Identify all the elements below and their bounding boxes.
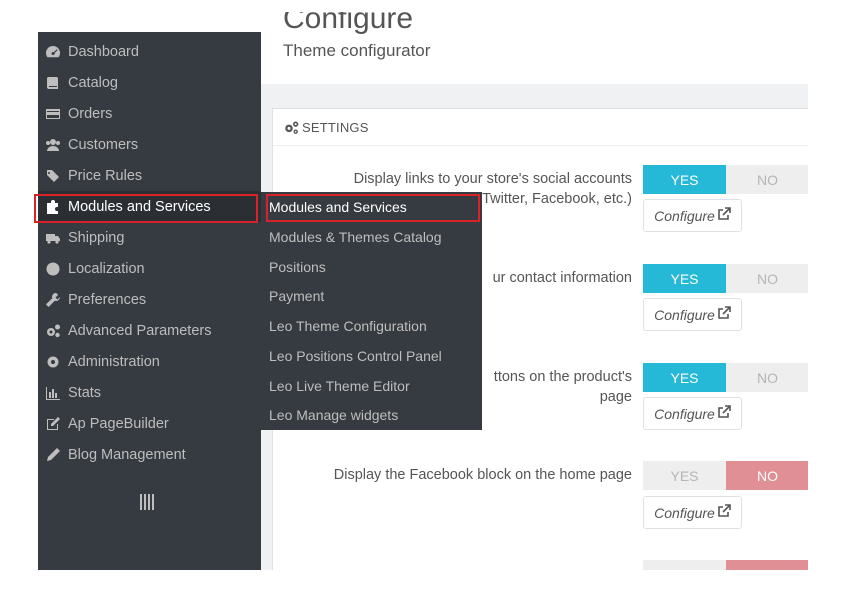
submenu-item-payment[interactable]: Payment	[269, 282, 324, 310]
sidebar-item-label: Advanced Parameters	[68, 322, 212, 339]
sidebar-item-label: Administration	[68, 353, 160, 370]
sidebar-item-advanced-parameters[interactable]: Advanced Parameters	[38, 315, 261, 346]
users-icon	[38, 137, 68, 153]
toggle-yes[interactable]: YES	[643, 461, 726, 490]
toggle-social: YES NO	[643, 165, 808, 194]
sidebar-item-label: Preferences	[68, 291, 147, 308]
submenu-item-leo-positions-control-panel[interactable]: Leo Positions Control Panel	[269, 342, 442, 370]
sidebar-item-preferences[interactable]: Preferences	[38, 284, 261, 315]
sidebar-item-stats[interactable]: Stats	[38, 377, 261, 408]
sidebar-item-label: Orders	[68, 105, 113, 122]
setting-label-product-buttons: ttons on the product's page	[493, 369, 632, 405]
sidebar-item-modules-and-services[interactable]: Modules and Services	[38, 191, 261, 222]
sidebar-item-administration[interactable]: Administration	[38, 346, 261, 377]
sidebar-item-blog-management[interactable]: Blog Management	[38, 439, 261, 470]
globe-icon	[38, 261, 68, 277]
submenu-item-leo-manage-widgets[interactable]: Leo Manage widgets	[269, 401, 398, 429]
sidebar-item-label: Price Rules	[68, 167, 143, 184]
page-subtitle: Theme configurator	[283, 41, 431, 60]
toggle-no[interactable]	[726, 560, 808, 570]
sidebar-item-label: Localization	[68, 260, 145, 277]
external-link-icon	[718, 404, 731, 418]
submenu-item-modules-themes-catalog[interactable]: Modules & Themes Catalog	[269, 223, 442, 251]
sidebar-collapse-button[interactable]	[140, 494, 154, 512]
toggle-contact: YES NO	[643, 264, 808, 293]
sidebar-item-catalog[interactable]: Catalog	[38, 67, 261, 98]
external-link-icon	[718, 503, 731, 517]
wrench-icon	[38, 292, 68, 308]
sidebar: Dashboard Catalog Orders Customers Price…	[38, 32, 261, 570]
truck-icon	[38, 230, 68, 246]
sidebar-item-label: Modules and Services	[68, 198, 211, 215]
toggle-no[interactable]: NO	[726, 165, 808, 194]
sidebar-item-price-rules[interactable]: Price Rules	[38, 160, 261, 191]
submenu-item-positions[interactable]: Positions	[269, 253, 326, 281]
setting-label-contact: ur contact information	[492, 270, 632, 286]
submenu-item-modules-and-services[interactable]: Modules and Services	[269, 193, 407, 221]
sidebar-item-label: Blog Management	[68, 446, 186, 463]
toggle-product-buttons: YES NO	[643, 363, 808, 392]
sidebar-item-customers[interactable]: Customers	[38, 129, 261, 160]
external-link-icon	[718, 305, 731, 319]
toggle-facebook: YES NO	[643, 461, 808, 490]
book-icon	[38, 75, 68, 91]
configure-button[interactable]: Configure	[643, 298, 742, 331]
credit-card-icon	[38, 106, 68, 122]
panel-title: SETTINGS	[302, 119, 369, 135]
toggle-cms-block	[643, 560, 808, 570]
toggle-yes[interactable]: YES	[643, 165, 726, 194]
tags-icon	[38, 168, 68, 184]
sidebar-item-label: Shipping	[68, 229, 125, 246]
cogs-icon	[38, 323, 68, 339]
edit-icon	[38, 416, 68, 432]
toggle-yes[interactable]	[643, 560, 726, 570]
setting-label-facebook: Display the Facebook block on the home p…	[333, 467, 632, 483]
sidebar-item-dashboard[interactable]: Dashboard	[38, 36, 261, 67]
toggle-no[interactable]: NO	[726, 363, 808, 392]
panel-header: SETTINGS	[273, 109, 808, 146]
configure-button[interactable]: Configure	[643, 496, 742, 529]
pencil-icon	[38, 447, 68, 463]
submenu-item-leo-live-theme-editor[interactable]: Leo Live Theme Editor	[269, 372, 410, 400]
cog-icon	[38, 354, 68, 370]
external-link-icon	[718, 206, 731, 220]
configure-button[interactable]: Configure	[643, 397, 742, 430]
page-title: Configure	[283, 2, 414, 35]
cogs-icon	[283, 119, 300, 135]
toggle-yes[interactable]: YES	[643, 363, 726, 392]
sidebar-item-shipping[interactable]: Shipping	[38, 222, 261, 253]
dashboard-icon	[38, 44, 68, 60]
toggle-no[interactable]: NO	[726, 264, 808, 293]
sidebar-item-label: Dashboard	[68, 43, 139, 60]
sidebar-item-label: Stats	[68, 384, 102, 401]
toggle-no[interactable]: NO	[726, 461, 808, 490]
sidebar-item-localization[interactable]: Localization	[38, 253, 261, 284]
sidebar-item-orders[interactable]: Orders	[38, 98, 261, 129]
bar-chart-icon	[38, 385, 68, 401]
sidebar-item-label: Ap PageBuilder	[68, 415, 169, 432]
sidebar-item-ap-pagebuilder[interactable]: Ap PageBuilder	[38, 408, 261, 439]
sidebar-item-label: Customers	[68, 136, 139, 153]
toggle-yes[interactable]: YES	[643, 264, 726, 293]
submenu-item-leo-theme-configuration[interactable]: Leo Theme Configuration	[269, 312, 427, 340]
configure-button[interactable]: Configure	[643, 199, 742, 232]
sidebar-item-label: Catalog	[68, 74, 118, 91]
submenu: Modules and Services Modules & Themes Ca…	[261, 192, 482, 430]
puzzle-icon	[38, 199, 68, 215]
